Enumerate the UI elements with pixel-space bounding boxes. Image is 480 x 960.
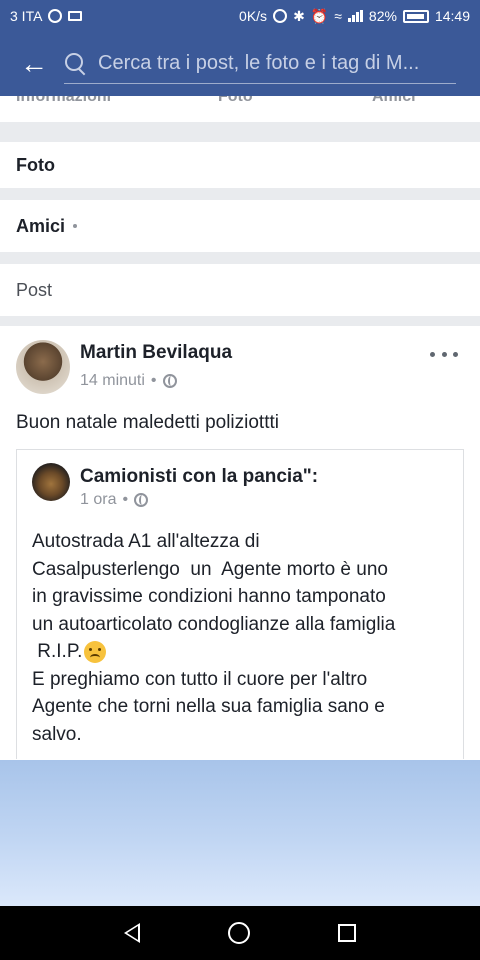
nav-back-icon[interactable] bbox=[124, 923, 140, 943]
android-nav-bar bbox=[0, 906, 480, 960]
bluetooth-icon: ✱ bbox=[293, 7, 305, 24]
shared-line: R.I.P. bbox=[32, 641, 83, 662]
shared-line: E preghiamo con tutto il cuore per l'alt… bbox=[32, 668, 368, 690]
more-options-icon[interactable] bbox=[430, 348, 458, 360]
search-icon bbox=[64, 52, 88, 76]
post-author[interactable]: Martin Bevilaqua bbox=[80, 342, 232, 364]
shared-line: Casalpusterlengo un Agente morto è uno bbox=[32, 558, 388, 580]
alarm-icon: ⏰ bbox=[310, 7, 329, 24]
search-input[interactable] bbox=[98, 52, 456, 75]
post-time[interactable]: 14 minuti bbox=[80, 372, 145, 390]
shared-line: in gravissime condizioni hanno tamponato bbox=[32, 586, 386, 607]
photos-label: Foto bbox=[16, 154, 55, 175]
mail-icon bbox=[68, 11, 83, 21]
post-meta: 14 minuti • bbox=[80, 372, 177, 390]
search-header: ← bbox=[0, 32, 480, 96]
shared-avatar[interactable] bbox=[32, 463, 70, 501]
battery-icon bbox=[402, 9, 429, 23]
shared-meta: 1 ora • bbox=[80, 491, 149, 509]
post-image[interactable] bbox=[0, 760, 480, 906]
meta-dot: • bbox=[122, 491, 129, 508]
photos-section[interactable]: Foto bbox=[0, 142, 480, 188]
nav-home-icon[interactable] bbox=[228, 922, 250, 944]
data-saver-icon bbox=[48, 9, 63, 23]
shared-line: un autoarticolato condoglianze alla fami… bbox=[32, 613, 396, 635]
separator-dot bbox=[73, 224, 78, 228]
sad-face-emoji-icon bbox=[84, 640, 107, 663]
network-speed: 0K/s bbox=[239, 8, 268, 24]
avatar[interactable] bbox=[16, 340, 70, 394]
status-bar: 3 ITA 0K/s ✱ ⏰ ≈ 82% 14:49 bbox=[0, 0, 480, 32]
back-arrow-icon[interactable]: ← bbox=[14, 44, 54, 84]
friends-label: Amici bbox=[16, 215, 66, 236]
profile-tabs: Informazioni Foto Amici bbox=[0, 96, 480, 122]
posts-section: Post bbox=[0, 264, 480, 316]
wifi-icon: ≈ bbox=[334, 8, 342, 24]
clock: 14:49 bbox=[434, 8, 470, 24]
post-text: Buon natale maledetti poliziottti bbox=[16, 412, 279, 433]
meta-dot: • bbox=[150, 372, 157, 389]
carrier-label: 3 ITA bbox=[10, 8, 43, 24]
shared-line: salvo. bbox=[32, 723, 82, 745]
globe-icon bbox=[134, 493, 149, 507]
shared-body: Autostrada A1 all'altezza di Casalpuster… bbox=[32, 528, 452, 748]
friends-section[interactable]: Amici bbox=[0, 200, 480, 252]
posts-label: Post bbox=[16, 279, 53, 300]
shared-line: Agente che torni nella sua famiglia sano… bbox=[32, 696, 385, 717]
tab-info[interactable]: Informazioni bbox=[16, 96, 111, 106]
tab-photos[interactable]: Foto bbox=[218, 96, 253, 106]
shared-time[interactable]: 1 ora bbox=[80, 491, 116, 509]
signal-icon bbox=[347, 10, 363, 22]
shared-author[interactable]: Camionisti con la pancia": bbox=[80, 466, 318, 488]
nfc-icon bbox=[273, 9, 288, 23]
tab-friends[interactable]: Amici bbox=[372, 96, 416, 106]
shared-line-rip: R.I.P. bbox=[32, 638, 452, 666]
nav-recents-icon[interactable] bbox=[338, 924, 356, 942]
battery-percent: 82% bbox=[368, 8, 397, 24]
globe-icon bbox=[162, 374, 177, 388]
search-bar[interactable] bbox=[64, 44, 456, 84]
shared-line: Autostrada A1 all'altezza di bbox=[32, 531, 260, 552]
